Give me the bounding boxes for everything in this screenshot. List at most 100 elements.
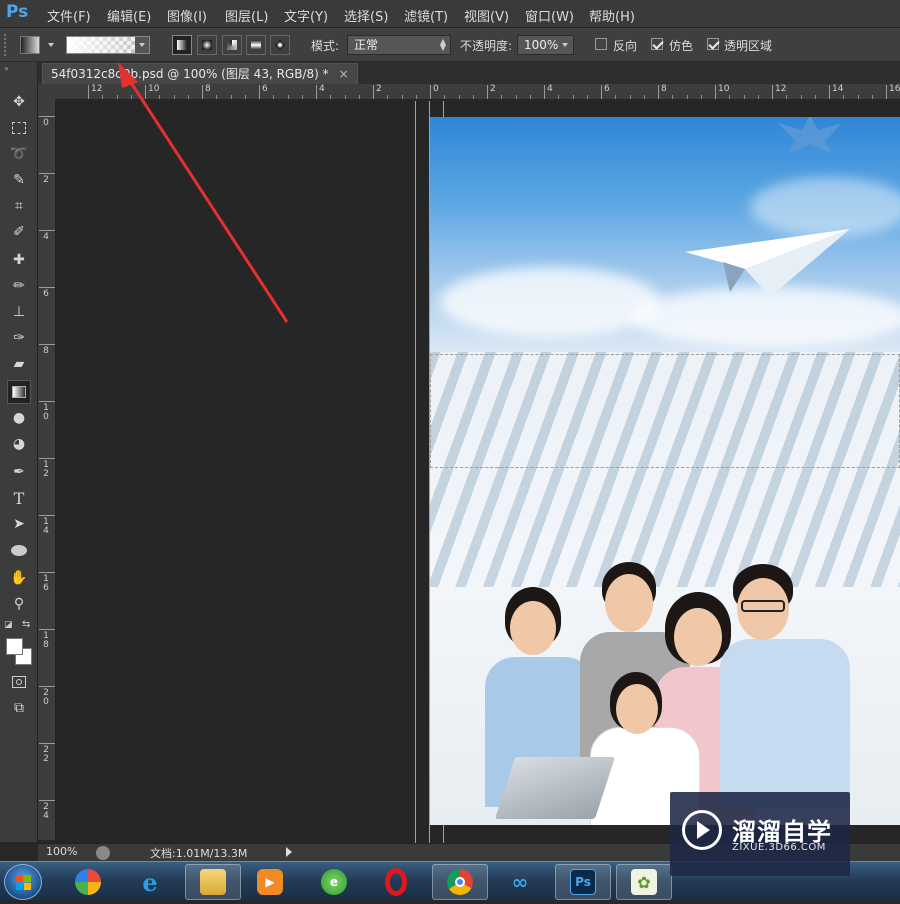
status-menu-arrow-icon[interactable] — [286, 847, 292, 857]
ruler-label: 6 — [43, 289, 49, 299]
menu-select[interactable]: 选择(S) — [344, 6, 388, 25]
stamp-icon[interactable]: ⊥ — [7, 300, 31, 324]
image-viewer-icon[interactable]: ✿ — [616, 864, 672, 900]
quick-select-icon[interactable]: ✎ — [7, 168, 31, 192]
tool-preset-picker[interactable] — [20, 36, 40, 54]
radial-gradient-button[interactable] — [197, 35, 217, 55]
ruler-label: 2 — [490, 84, 496, 94]
transparency-label: 透明区域 — [724, 39, 773, 53]
ruler-label: 4 — [43, 232, 49, 242]
path-select-icon[interactable]: ➤ — [7, 512, 31, 536]
internet-explorer-icon[interactable]: e — [122, 864, 178, 900]
horizontal-ruler[interactable]: 12 10 8 6 4 2 0 2 4 6 8 10 12 14 16 — [56, 84, 900, 100]
transparency-checkbox[interactable] — [707, 38, 719, 50]
close-icon[interactable]: × — [339, 67, 349, 81]
eraser-icon[interactable]: ▰ — [7, 352, 31, 376]
menu-image[interactable]: 图像(I) — [167, 6, 207, 25]
gradient-dropdown[interactable] — [135, 37, 149, 53]
ruler-label: 12 — [43, 460, 49, 479]
ruler-label: 2 — [43, 175, 49, 185]
angle-gradient-icon — [227, 40, 237, 50]
brush-icon[interactable]: ✏ — [7, 274, 31, 298]
move-icon[interactable]: ✥ — [7, 90, 31, 114]
ruler-subtick — [629, 95, 631, 99]
star-icon — [778, 117, 842, 153]
selection-marquee[interactable] — [430, 354, 900, 468]
menu-window[interactable]: 窗口(W) — [525, 6, 574, 25]
menu-bar: Ps 文件(F) 编辑(E) 图像(I) 图层(L) 文字(Y) 选择(S) 滤… — [0, 0, 900, 28]
ruler-subtick — [501, 95, 503, 99]
menu-type[interactable]: 文字(Y) — [284, 6, 328, 25]
baidu-cloud-icon[interactable]: ∞ — [492, 864, 548, 900]
status-preview-icon[interactable] — [96, 846, 110, 860]
menu-filter[interactable]: 滤镜(T) — [404, 6, 448, 25]
lasso-icon[interactable]: ➰ — [7, 142, 31, 166]
collapse-icon[interactable]: » — [4, 64, 9, 73]
dither-checkbox[interactable] — [651, 38, 663, 50]
swap-colors-icon[interactable]: ⇆ — [22, 619, 30, 630]
linear-gradient-button[interactable] — [172, 35, 192, 55]
menu-help[interactable]: 帮助(H) — [589, 6, 635, 25]
pen-icon[interactable]: ✒ — [7, 460, 31, 484]
chevron-down-icon[interactable] — [48, 43, 54, 47]
360-browser-icon[interactable]: e — [306, 864, 362, 900]
hand-icon[interactable]: ✋ — [7, 566, 31, 590]
opera-icon[interactable] — [368, 864, 424, 900]
ruler-label: 6 — [262, 84, 268, 94]
ruler-subtick — [586, 95, 588, 99]
gradient-icon[interactable] — [7, 380, 31, 404]
ruler-subtick — [757, 95, 759, 99]
chrome-icon[interactable] — [432, 864, 488, 900]
reverse-checkbox[interactable] — [595, 38, 607, 50]
media-player-icon[interactable]: ▶ — [242, 864, 298, 900]
ruler-tick — [145, 85, 146, 99]
reflected-gradient-button[interactable] — [246, 35, 266, 55]
ruler-corner[interactable] — [38, 84, 56, 100]
menu-file[interactable]: 文件(F) — [47, 6, 91, 25]
document-artwork[interactable] — [430, 117, 900, 825]
file-explorer-icon[interactable] — [185, 864, 241, 900]
ruler-label: 16 — [43, 574, 49, 593]
blur-icon[interactable]: ● — [7, 406, 31, 430]
pinyin-icon[interactable] — [60, 864, 116, 900]
guide-line[interactable] — [415, 101, 416, 843]
menu-view[interactable]: 视图(V) — [464, 6, 509, 25]
foreground-color-swatch[interactable] — [6, 638, 23, 655]
zoom-icon[interactable]: ⚲ — [7, 592, 31, 616]
dither-label: 仿色 — [669, 39, 694, 53]
ruler-tick — [487, 85, 488, 99]
ruler-label: 12 — [775, 84, 787, 94]
ruler-label: 10 — [718, 84, 730, 94]
opacity-field[interactable]: 100% — [517, 35, 574, 55]
menu-edit[interactable]: 编辑(E) — [107, 6, 151, 25]
mode-select[interactable]: 正常 ▲ ▼ — [347, 35, 451, 55]
document-tab[interactable]: 54f0312c8d0b.psd @ 100% (图层 43, RGB/8) *… — [42, 63, 358, 84]
chevron-down-icon[interactable] — [562, 43, 568, 47]
healing-icon[interactable]: ✚ — [7, 248, 31, 272]
ruler-subtick — [444, 95, 446, 99]
photoshop-icon[interactable]: Ps — [555, 864, 611, 900]
vertical-ruler[interactable]: 024681012141618202224 — [38, 100, 56, 840]
screen-mode-icon[interactable]: ⧉ — [7, 696, 31, 720]
ruler-subtick — [857, 95, 859, 99]
angle-gradient-button[interactable] — [222, 35, 242, 55]
ruler-label: 24 — [43, 802, 49, 821]
windows-start-icon[interactable] — [4, 864, 42, 900]
diamond-gradient-button[interactable] — [270, 35, 290, 55]
gradient-picker[interactable] — [66, 36, 150, 54]
ruler-subtick — [529, 95, 531, 99]
ellipse-icon[interactable] — [7, 538, 31, 562]
dodge-icon[interactable]: ◕ — [7, 432, 31, 456]
eyedropper-icon[interactable]: ✐ — [7, 220, 31, 244]
default-colors-icon[interactable]: ◪ — [4, 620, 13, 630]
menu-layer[interactable]: 图层(L) — [225, 6, 268, 25]
quick-mask-icon[interactable] — [7, 670, 31, 694]
history-brush-icon[interactable]: ✑ — [7, 326, 31, 350]
marquee-icon[interactable] — [7, 116, 31, 140]
ruler-subtick — [358, 95, 360, 99]
type-icon[interactable]: T — [7, 486, 31, 510]
canvas-area[interactable] — [57, 101, 900, 843]
ruler-label: 4 — [547, 84, 553, 94]
zoom-field[interactable]: 100% — [46, 845, 77, 858]
crop-icon[interactable]: ⌗ — [7, 194, 31, 218]
